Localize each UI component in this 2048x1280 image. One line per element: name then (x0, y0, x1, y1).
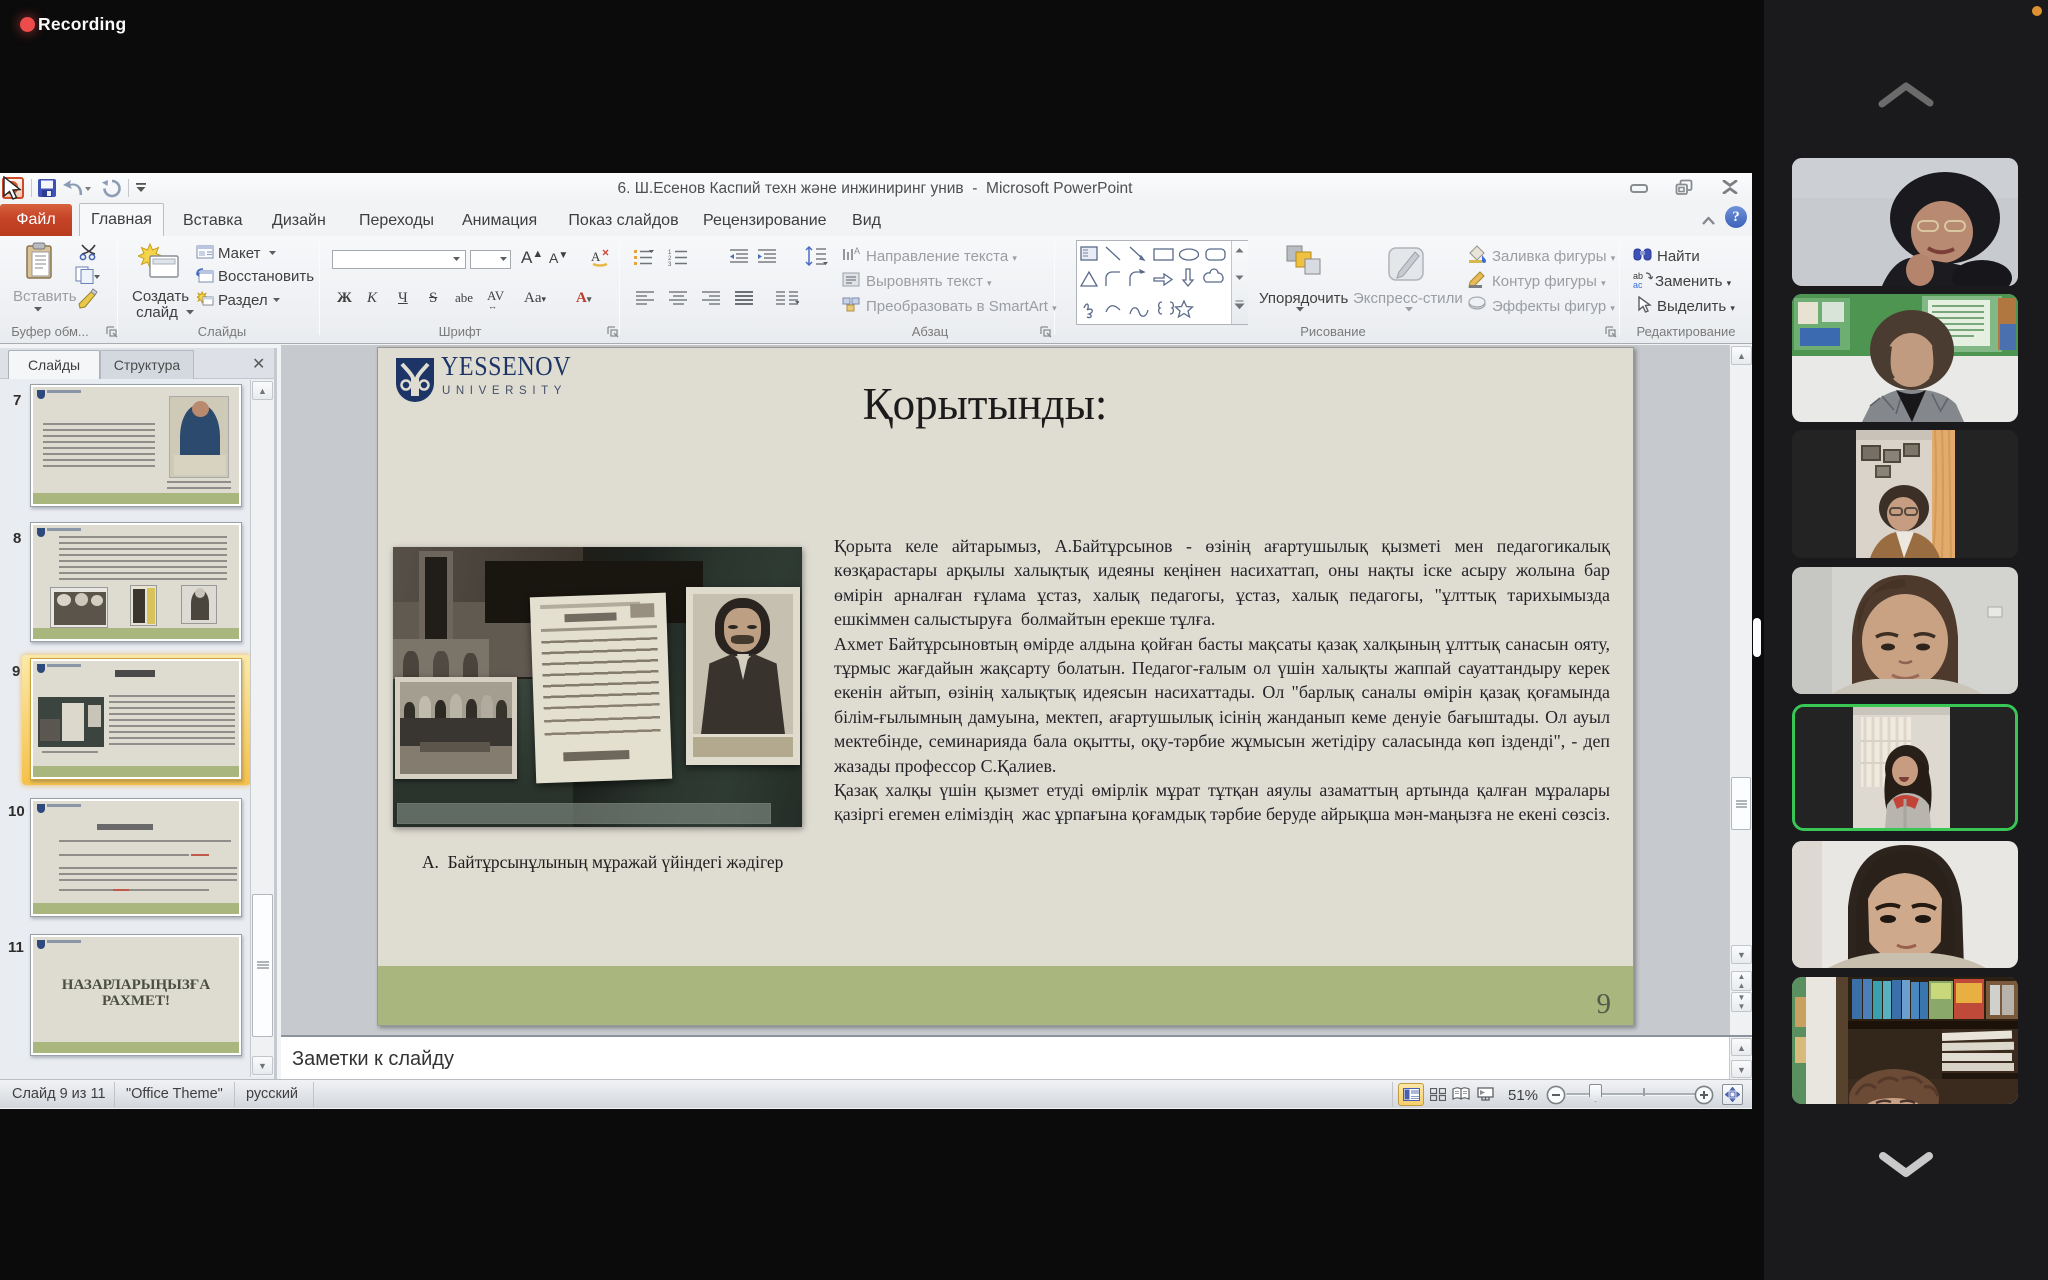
svg-text:3: 3 (668, 262, 672, 266)
svg-text:A: A (591, 249, 601, 264)
svg-text:А: А (854, 246, 860, 256)
svg-text:ac: ac (1633, 280, 1643, 289)
